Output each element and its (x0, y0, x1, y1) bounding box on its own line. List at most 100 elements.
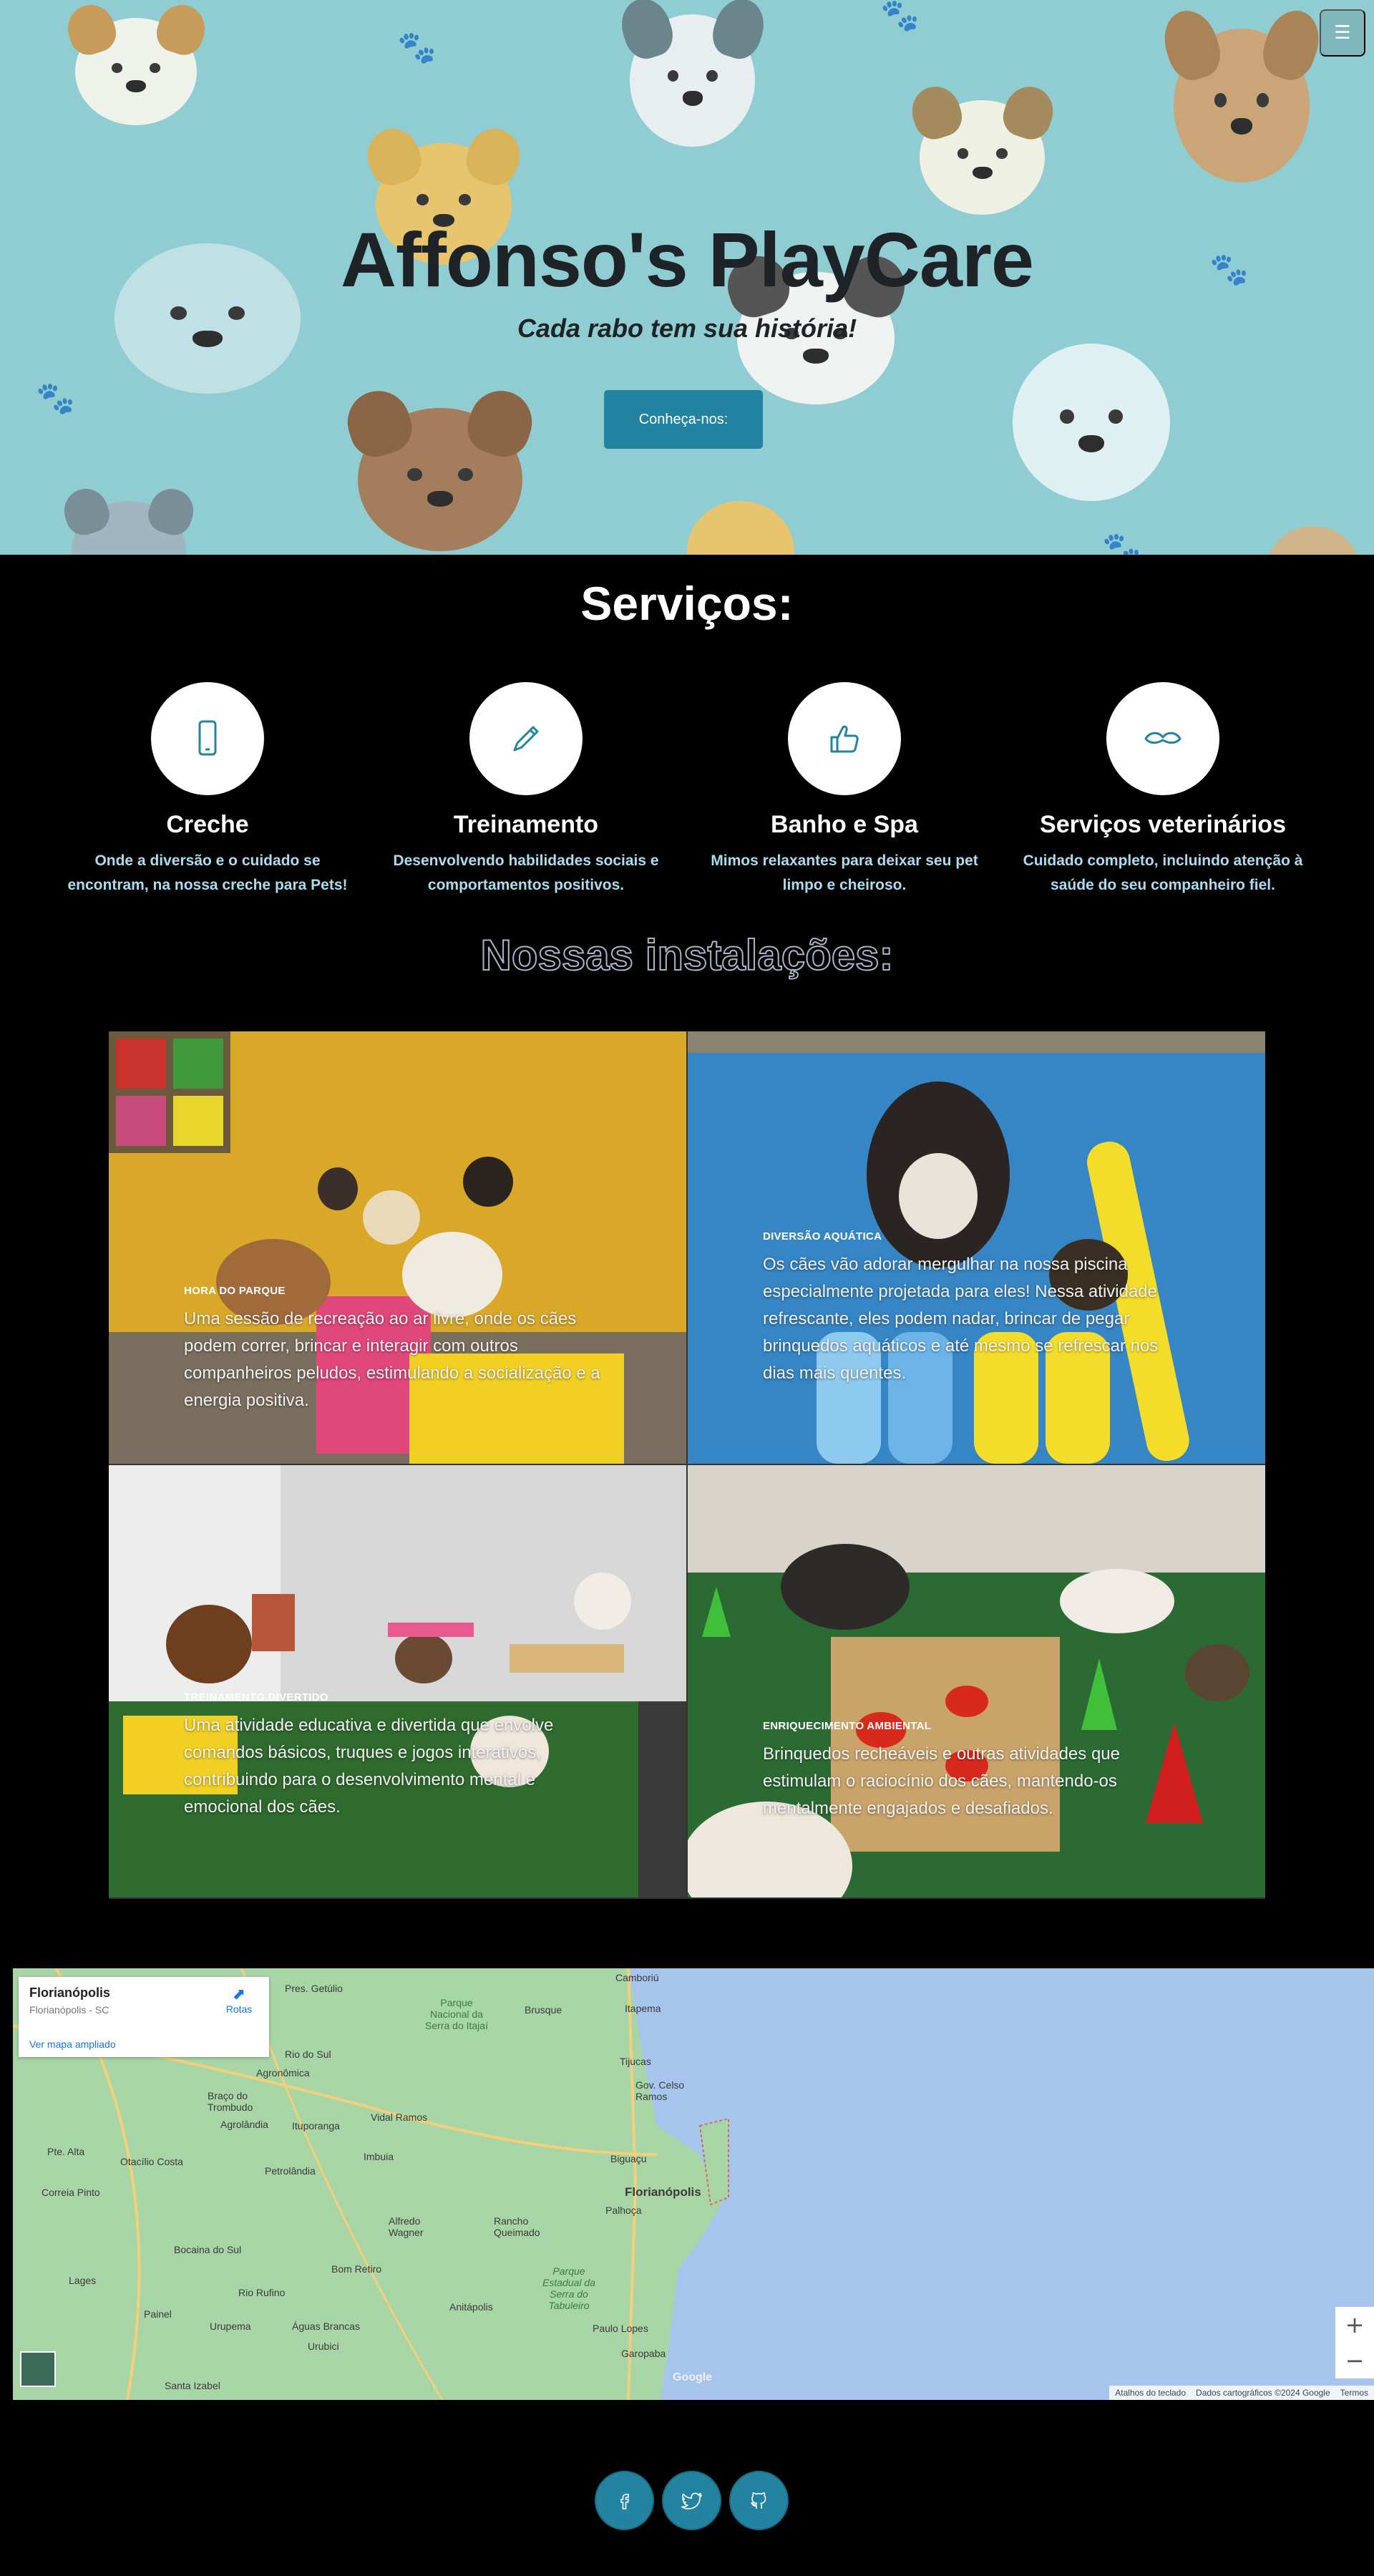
github-icon (750, 2492, 766, 2509)
map-label: Pres. Getúlio (285, 1983, 343, 1994)
map-label: Pte. Alta (47, 2146, 85, 2157)
hamburger-icon: ☰ (1334, 22, 1351, 44)
map-label: Gov. Celso Ramos (635, 2079, 685, 2102)
menu-button[interactable]: ☰ (1320, 9, 1365, 57)
keyboard-shortcuts-link[interactable]: Atalhos do teclado (1115, 2388, 1186, 2398)
tile-title: TREINAMENTO DIVERTIDO (184, 1691, 328, 1703)
service-title: Treinamento (453, 811, 599, 838)
gallery-tile[interactable]: ENRIQUECIMENTO AMBIENTAL Brinquedos rech… (688, 1465, 1265, 1897)
google-map[interactable]: Pres. Getúlio Brusque Camboriú Itapema T… (13, 1968, 1374, 2400)
map-label: Alfredo Wagner (389, 2215, 424, 2238)
service-card: Serviços veterinários Cuidado completo, … (1013, 682, 1313, 898)
map-layer-toggle[interactable] (20, 2351, 56, 2387)
pencil-icon (513, 726, 539, 752)
paw-icon: 🐾 (1102, 531, 1141, 555)
google-logo: Google (673, 2371, 713, 2383)
facebook-button[interactable] (595, 2471, 654, 2530)
map-label: Braço do Trombudo (208, 2090, 253, 2113)
dog-illustration (59, 483, 199, 555)
map-label: Urubici (308, 2341, 339, 2352)
services-title: Serviços: (580, 577, 794, 630)
larger-map-link[interactable]: Ver mapa ampliado (29, 2038, 116, 2050)
dog-illustration (339, 382, 541, 551)
map-label: Agronômica (256, 2067, 310, 2079)
map-label: Imbuia (364, 2151, 394, 2162)
map-label: Rio do Sul (285, 2048, 331, 2060)
place-subtitle: Florianópolis - SC (29, 2004, 109, 2016)
service-text: Desenvolvendo habilidades sociais e comp… (393, 852, 659, 893)
tile-text: Uma sessão de recreação ao ar livre, ond… (184, 1309, 600, 1410)
zoom-in-button[interactable]: + (1335, 2307, 1374, 2343)
map-label: Bocaina do Sul (174, 2244, 242, 2255)
service-text: Onde a diversão e o cuidado se encontram… (67, 852, 348, 893)
map-label: Petrolândia (265, 2165, 316, 2177)
gallery-tile[interactable]: HORA DO PARQUE Uma sessão de recreação a… (109, 1031, 686, 1464)
dog-illustration (1267, 526, 1360, 555)
map-label: Itapema (625, 2003, 661, 2014)
service-icon-circle (1106, 682, 1219, 795)
github-button[interactable] (729, 2471, 789, 2530)
map-label: Ituporanga (292, 2120, 340, 2132)
tile-title: HORA DO PARQUE (184, 1285, 286, 1297)
service-icon-circle (151, 682, 264, 795)
service-text: Cuidado completo, incluindo atenção à sa… (1023, 852, 1303, 893)
map-label: Vidal Ramos (371, 2111, 428, 2123)
map-label: Palhoça (605, 2205, 642, 2216)
tile-caption: DIVERSÃO AQUÁTICA Os cães vão adorar mer… (763, 1230, 1192, 1387)
facilities-title: Nossas instalações: (480, 930, 895, 980)
map-label: Brusque (525, 2004, 562, 2016)
tile-text: Os cães vão adorar mergulhar na nossa pi… (763, 1255, 1159, 1383)
dog-illustration (614, 0, 771, 147)
tile-caption: TREINAMENTO DIVERTIDO Uma atividade educ… (184, 1691, 613, 1821)
map-label: Lages (69, 2275, 97, 2286)
map-label: Otacílio Costa (120, 2156, 183, 2167)
paw-icon: 🐾 (36, 381, 75, 416)
tile-title: ENRIQUECIMENTO AMBIENTAL (763, 1720, 932, 1732)
map-label: Parque Nacional da Serra do Itajaí (425, 1997, 488, 2031)
map-label: Painel (144, 2308, 172, 2320)
map-label: Anitápolis (449, 2301, 493, 2313)
map-data-label: Dados cartográficos ©2024 Google (1196, 2388, 1330, 2398)
gallery-tile[interactable]: DIVERSÃO AQUÁTICA Os cães vão adorar mer… (688, 1031, 1265, 1464)
tile-caption: HORA DO PARQUE Uma sessão de recreação a… (184, 1285, 613, 1414)
hero-title: Affonso's PlayCare (341, 216, 1034, 303)
tile-text: Brinquedos recheáveis e outras atividade… (763, 1744, 1120, 1818)
service-icon-circle (788, 682, 901, 795)
directions-icon: ⬈ (232, 1986, 246, 2003)
hero-section: 🐾 🐾 🐾 🐾 🐾 🐾 ☰ Affonso's PlayCare Cada ra… (0, 0, 1374, 555)
map-label: Parque Estadual da Serra do Tabuleiro (542, 2265, 595, 2311)
paw-icon: 🐾 (397, 30, 437, 65)
place-card: Florianópolis Florianópolis - SC Ver map… (19, 1977, 269, 2057)
dog-illustration (1156, 4, 1327, 183)
map-label: Águas Brancas (292, 2320, 360, 2332)
mobile-phone-icon (198, 720, 217, 756)
service-text: Mimos relaxantes para deixar seu pet lim… (711, 852, 978, 893)
service-title: Creche (166, 811, 249, 838)
training-room-photo (109, 1465, 686, 1897)
map-label: Correia Pinto (42, 2187, 100, 2198)
map-label: Biguaçu (610, 2153, 647, 2164)
dog-illustration (905, 80, 1059, 215)
zoom-out-button[interactable]: − (1335, 2343, 1374, 2378)
service-title: Banho e Spa (771, 811, 918, 838)
facilities-gallery: HORA DO PARQUE Uma sessão de recreação a… (109, 1031, 1265, 1899)
service-card: Creche Onde a diversão e o cuidado se en… (57, 682, 358, 898)
twitter-button[interactable] (662, 2471, 721, 2530)
facebook-icon (620, 2493, 629, 2509)
dog-illustration (687, 501, 794, 555)
service-card: Treinamento Desenvolvendo habilidades so… (376, 682, 676, 898)
terms-link[interactable]: Termos (1340, 2388, 1368, 2398)
directions-button[interactable]: ⬈ Rotas (223, 1986, 255, 2015)
hero-subtitle: Cada rabo tem sua história! (517, 314, 857, 343)
map-label: Florianópolis (625, 2185, 701, 2199)
dog-illustration (61, 0, 211, 125)
service-card: Banho e Spa Mimos relaxantes para deixar… (694, 682, 995, 898)
map-label: Santa Izabel (165, 2380, 220, 2391)
mustache-icon (1144, 732, 1181, 744)
thumbs-up-icon (830, 725, 859, 753)
gallery-tile[interactable]: TREINAMENTO DIVERTIDO Uma atividade educ… (109, 1465, 686, 1897)
map-label: Rancho Queimado (494, 2215, 540, 2238)
place-title: Florianópolis (29, 1986, 111, 2000)
map-label: Paulo Lopes (593, 2323, 648, 2334)
know-us-button[interactable]: Conheça-nos: (604, 390, 763, 449)
